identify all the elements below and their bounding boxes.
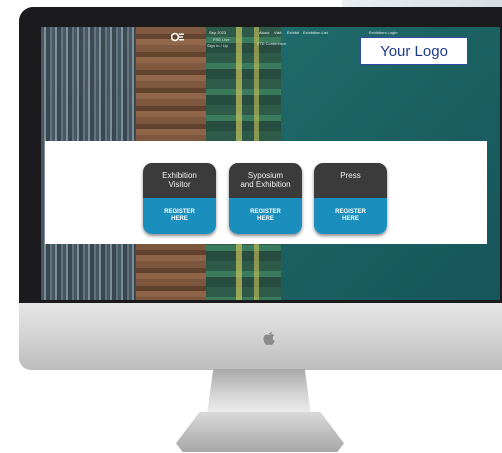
nav-about[interactable]: About xyxy=(259,30,269,35)
cta-label: REGISTER xyxy=(250,209,281,215)
card-title: Exhibition Visitor xyxy=(143,163,216,198)
apple-icon xyxy=(263,331,275,345)
card-title: Syposium and Exhibition xyxy=(229,163,302,198)
monitor-mockup-scene: Sep 2023 About Visit Exhibit Exhibition … xyxy=(0,0,502,453)
nav-sub-2[interactable]: Sign In / Up xyxy=(207,43,228,48)
register-here-button[interactable]: REGISTER HERE xyxy=(229,198,302,234)
monitor-chin xyxy=(19,303,502,370)
register-here-button[interactable]: REGISTER HERE xyxy=(314,198,387,234)
logo-placeholder: Your Logo xyxy=(360,37,468,65)
nav-sub-1[interactable]: PSE Live xyxy=(213,37,229,42)
nav-exhibit[interactable]: Exhibit xyxy=(287,30,299,35)
card-title-line: Visitor xyxy=(168,180,191,189)
register-here-button[interactable]: REGISTER HERE xyxy=(143,198,216,234)
nav-sub-3[interactable]: FTE Conference xyxy=(257,41,286,46)
registration-band: Exhibition Visitor REGISTER HERE Syposiu… xyxy=(45,141,487,244)
cta-label: REGISTER xyxy=(335,209,366,215)
nav-exhibition-list[interactable]: Exhibition List xyxy=(303,30,328,35)
nav-visit[interactable]: Visit xyxy=(274,30,281,35)
cta-label: REGISTER xyxy=(164,209,195,215)
cta-label: HERE xyxy=(342,216,359,222)
cta-label: HERE xyxy=(257,216,274,222)
card-title-line: and Exhibition xyxy=(240,180,291,189)
card-exhibition-visitor[interactable]: Exhibition Visitor REGISTER HERE xyxy=(143,163,216,234)
cta-label: HERE xyxy=(171,216,188,222)
card-symposium-exhibition[interactable]: Syposium and Exhibition REGISTER HERE xyxy=(229,163,302,234)
card-press[interactable]: Press REGISTER HERE xyxy=(314,163,387,234)
card-title: Press xyxy=(314,163,387,198)
nav-register[interactable]: Exhibitors Login xyxy=(369,30,397,35)
nav-date: Sep 2023 xyxy=(209,30,227,35)
brand-logo-icon[interactable] xyxy=(171,32,185,42)
card-title-line: Syposium xyxy=(247,171,284,180)
card-title-line: Press xyxy=(340,171,361,180)
card-title-line: Exhibition xyxy=(162,171,197,180)
monitor-stand-foot xyxy=(176,412,344,452)
monitor-stand-neck xyxy=(207,369,311,415)
